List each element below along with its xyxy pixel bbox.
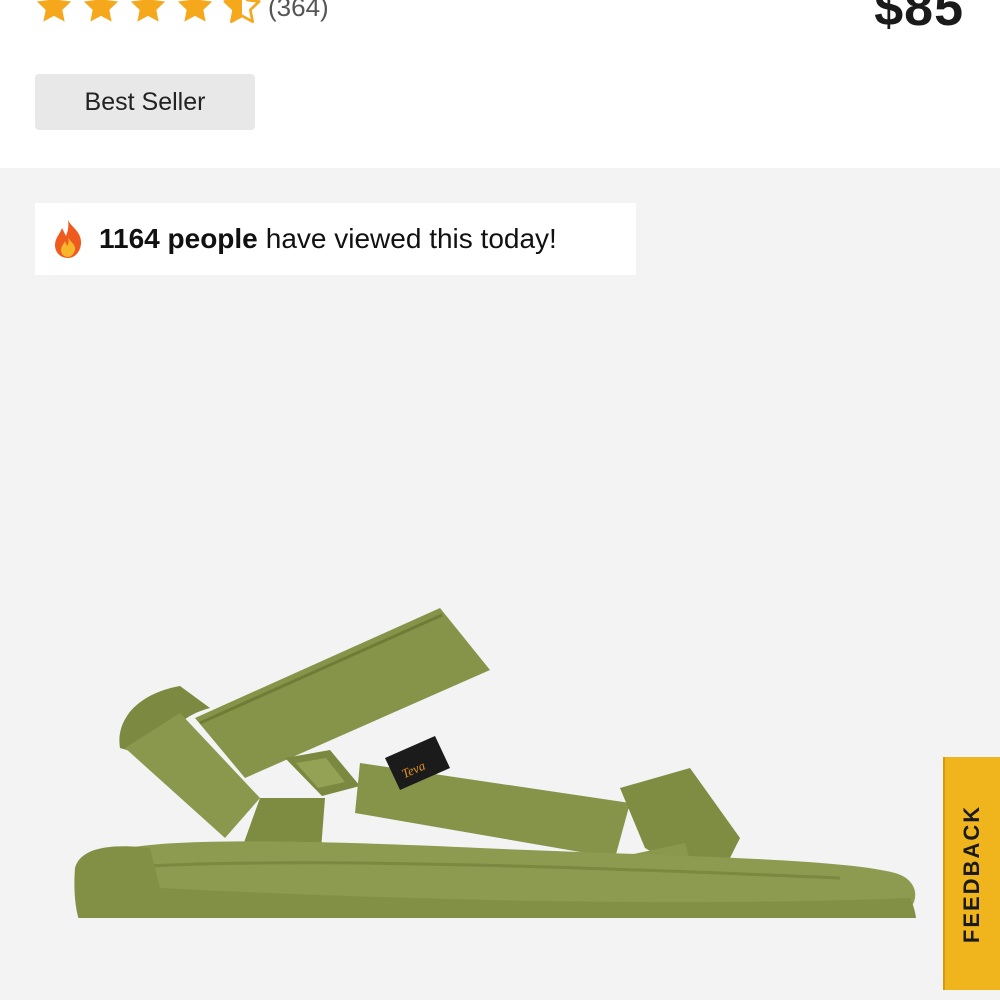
star-full-icon: [36, 0, 72, 22]
product-image-gallery[interactable]: 1164 people have viewed this today! Teva: [0, 168, 1000, 1000]
viewer-text: have viewed this today!: [265, 223, 557, 254]
review-count[interactable]: (364): [268, 0, 329, 23]
star-full-icon: [83, 0, 119, 22]
product-price: $85: [874, 0, 964, 37]
fire-icon: [55, 220, 82, 258]
viewer-count: 1164 people: [99, 223, 258, 254]
feedback-label: FEEDBACK: [959, 804, 985, 943]
star-full-icon: [130, 0, 166, 22]
best-seller-badge: Best Seller: [35, 74, 255, 130]
star-half-icon: [223, 0, 261, 23]
feedback-tab[interactable]: FEEDBACK: [943, 757, 1000, 990]
product-header: (364) $85 Best Seller: [0, 0, 1000, 168]
social-proof-banner: 1164 people have viewed this today!: [35, 203, 636, 275]
product-image-sandal[interactable]: Teva: [60, 418, 940, 918]
rating-stars[interactable]: [34, 0, 269, 26]
star-full-icon: [177, 0, 213, 22]
